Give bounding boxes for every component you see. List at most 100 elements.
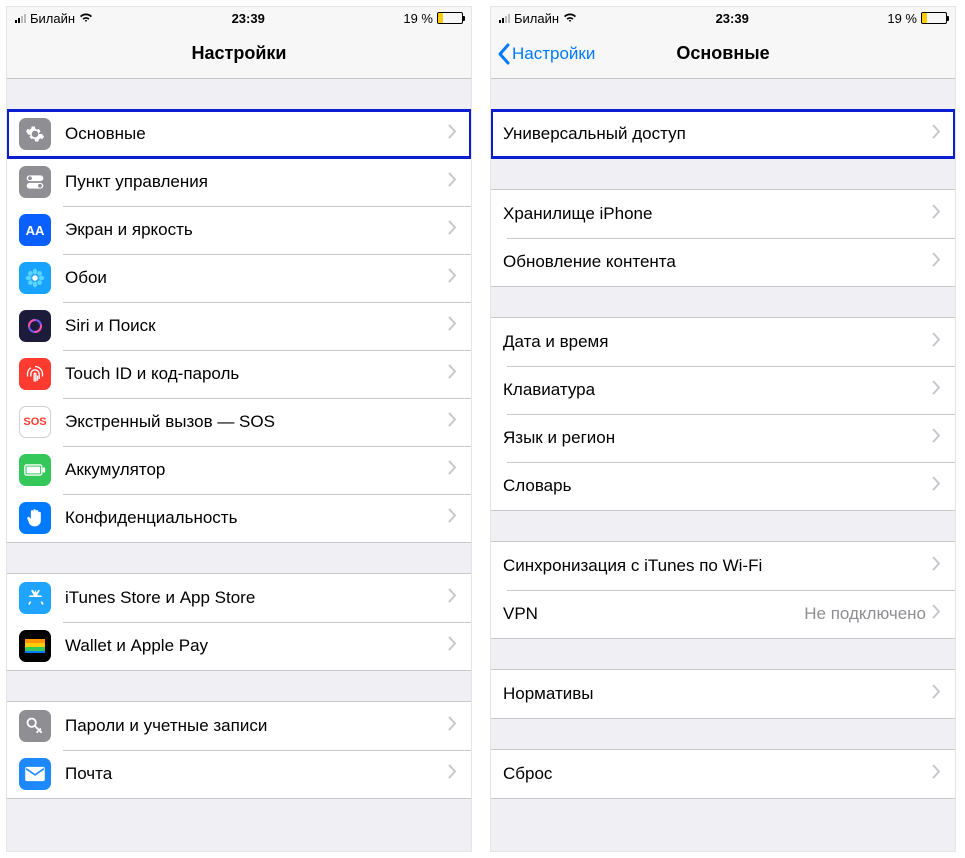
chevron-right-icon bbox=[448, 716, 457, 736]
cell-label: Пароли и учетные записи bbox=[65, 716, 448, 736]
cell-label: Дата и время bbox=[503, 332, 932, 352]
cell-label: Сброс bbox=[503, 764, 932, 784]
itunes-icon bbox=[19, 582, 51, 614]
cell-label: Клавиатура bbox=[503, 380, 932, 400]
cell-label: Аккумулятор bbox=[65, 460, 448, 480]
settings-group: Пароли и учетные записи Почта bbox=[7, 701, 471, 799]
cell-control[interactable]: Пункт управления bbox=[7, 158, 471, 206]
wifi-icon bbox=[79, 11, 93, 26]
cell-itunessync[interactable]: Синхронизация с iTunes по Wi-Fi bbox=[491, 542, 955, 590]
battery-icon bbox=[921, 12, 947, 24]
chevron-right-icon bbox=[448, 220, 457, 240]
cell-label: Нормативы bbox=[503, 684, 932, 704]
settings-group: Основные Пункт управления AA Экран и ярк… bbox=[7, 109, 471, 543]
mail-icon bbox=[19, 758, 51, 790]
cell-label: Хранилище iPhone bbox=[503, 204, 932, 224]
general-group: Синхронизация с iTunes по Wi-Fi VPN Не п… bbox=[491, 541, 955, 639]
chevron-right-icon bbox=[932, 124, 941, 144]
screen-settings-root: Билайн 23:39 19 % Настройки Основные Пун… bbox=[6, 6, 472, 852]
battery-percentage: 19 % bbox=[887, 11, 917, 26]
chevron-right-icon bbox=[932, 604, 941, 624]
chevron-right-icon bbox=[448, 636, 457, 656]
chevron-right-icon bbox=[932, 252, 941, 272]
chevron-right-icon bbox=[448, 316, 457, 336]
chevron-right-icon bbox=[448, 508, 457, 528]
chevron-right-icon bbox=[448, 588, 457, 608]
signal-icon bbox=[15, 13, 26, 23]
general-icon bbox=[19, 118, 51, 150]
chevron-right-icon bbox=[448, 412, 457, 432]
general-list[interactable]: Универсальный доступ Хранилище iPhone Об… bbox=[491, 79, 955, 851]
cell-label: Обои bbox=[65, 268, 448, 288]
page-title: Настройки bbox=[192, 43, 287, 64]
cell-label: Синхронизация с iTunes по Wi-Fi bbox=[503, 556, 932, 576]
cell-label: Конфиденциальность bbox=[65, 508, 448, 528]
general-group: Дата и время Клавиатура Язык и регион Сл… bbox=[491, 317, 955, 511]
cell-touchid[interactable]: Touch ID и код-пароль bbox=[7, 350, 471, 398]
cell-vpn[interactable]: VPN Не подключено bbox=[491, 590, 955, 638]
cell-langregion[interactable]: Язык и регион bbox=[491, 414, 955, 462]
cell-label: Словарь bbox=[503, 476, 932, 496]
cell-label: Универсальный доступ bbox=[503, 124, 932, 144]
carrier-name: Билайн bbox=[514, 11, 559, 26]
status-bar: Билайн 23:39 19 % bbox=[491, 7, 955, 29]
cell-regulatory[interactable]: Нормативы bbox=[491, 670, 955, 718]
cell-itunes[interactable]: iTunes Store и App Store bbox=[7, 574, 471, 622]
cell-label: Основные bbox=[65, 124, 448, 144]
cell-label: Siri и Поиск bbox=[65, 316, 448, 336]
cell-sos[interactable]: SOS Экстренный вызов — SOS bbox=[7, 398, 471, 446]
cell-accessibility[interactable]: Универсальный доступ bbox=[491, 110, 955, 158]
control-icon bbox=[19, 166, 51, 198]
nav-bar: Настройки bbox=[7, 29, 471, 79]
cell-label: Wallet и Apple Pay bbox=[65, 636, 448, 656]
cell-general[interactable]: Основные bbox=[7, 110, 471, 158]
nav-bar: Настройки Основные bbox=[491, 29, 955, 79]
chevron-right-icon bbox=[448, 124, 457, 144]
status-time: 23:39 bbox=[232, 11, 265, 26]
cell-passwords[interactable]: Пароли и учетные записи bbox=[7, 702, 471, 750]
screen-general: Билайн 23:39 19 % Настройки Основные Уни… bbox=[490, 6, 956, 852]
back-label: Настройки bbox=[512, 44, 595, 64]
cell-refresh[interactable]: Обновление контента bbox=[491, 238, 955, 286]
cell-wallpaper[interactable]: Обои bbox=[7, 254, 471, 302]
cell-privacy[interactable]: Конфиденциальность bbox=[7, 494, 471, 542]
cell-label: Экстренный вызов — SOS bbox=[65, 412, 448, 432]
cell-wallet[interactable]: Wallet и Apple Pay bbox=[7, 622, 471, 670]
chevron-right-icon bbox=[448, 172, 457, 192]
settings-list[interactable]: Основные Пункт управления AA Экран и ярк… bbox=[7, 79, 471, 851]
cell-mail[interactable]: Почта bbox=[7, 750, 471, 798]
chevron-right-icon bbox=[932, 556, 941, 576]
status-bar: Билайн 23:39 19 % bbox=[7, 7, 471, 29]
chevron-right-icon bbox=[932, 684, 941, 704]
chevron-right-icon bbox=[932, 764, 941, 784]
carrier-name: Билайн bbox=[30, 11, 75, 26]
sos-icon: SOS bbox=[19, 406, 51, 438]
cell-label: Почта bbox=[65, 764, 448, 784]
wallet-icon bbox=[19, 630, 51, 662]
cell-label: Экран и яркость bbox=[65, 220, 448, 240]
cell-datetime[interactable]: Дата и время bbox=[491, 318, 955, 366]
chevron-right-icon bbox=[932, 476, 941, 496]
back-button[interactable]: Настройки bbox=[497, 43, 595, 65]
chevron-right-icon bbox=[448, 268, 457, 288]
cell-display[interactable]: AA Экран и яркость bbox=[7, 206, 471, 254]
cell-reset[interactable]: Сброс bbox=[491, 750, 955, 798]
privacy-icon bbox=[19, 502, 51, 534]
settings-group: iTunes Store и App Store Wallet и Apple … bbox=[7, 573, 471, 671]
cell-battery[interactable]: Аккумулятор bbox=[7, 446, 471, 494]
chevron-right-icon bbox=[932, 380, 941, 400]
wallpaper-icon bbox=[19, 262, 51, 294]
siri-icon bbox=[19, 310, 51, 342]
page-title: Основные bbox=[676, 43, 769, 64]
cell-dictionary[interactable]: Словарь bbox=[491, 462, 955, 510]
general-group: Сброс bbox=[491, 749, 955, 799]
cell-keyboard[interactable]: Клавиатура bbox=[491, 366, 955, 414]
cell-label: Пункт управления bbox=[65, 172, 448, 192]
cell-label: Язык и регион bbox=[503, 428, 932, 448]
chevron-right-icon bbox=[448, 460, 457, 480]
chevron-right-icon bbox=[932, 332, 941, 352]
general-group: Универсальный доступ bbox=[491, 109, 955, 159]
cell-storage[interactable]: Хранилище iPhone bbox=[491, 190, 955, 238]
cell-siri[interactable]: Siri и Поиск bbox=[7, 302, 471, 350]
battery-icon bbox=[437, 12, 463, 24]
